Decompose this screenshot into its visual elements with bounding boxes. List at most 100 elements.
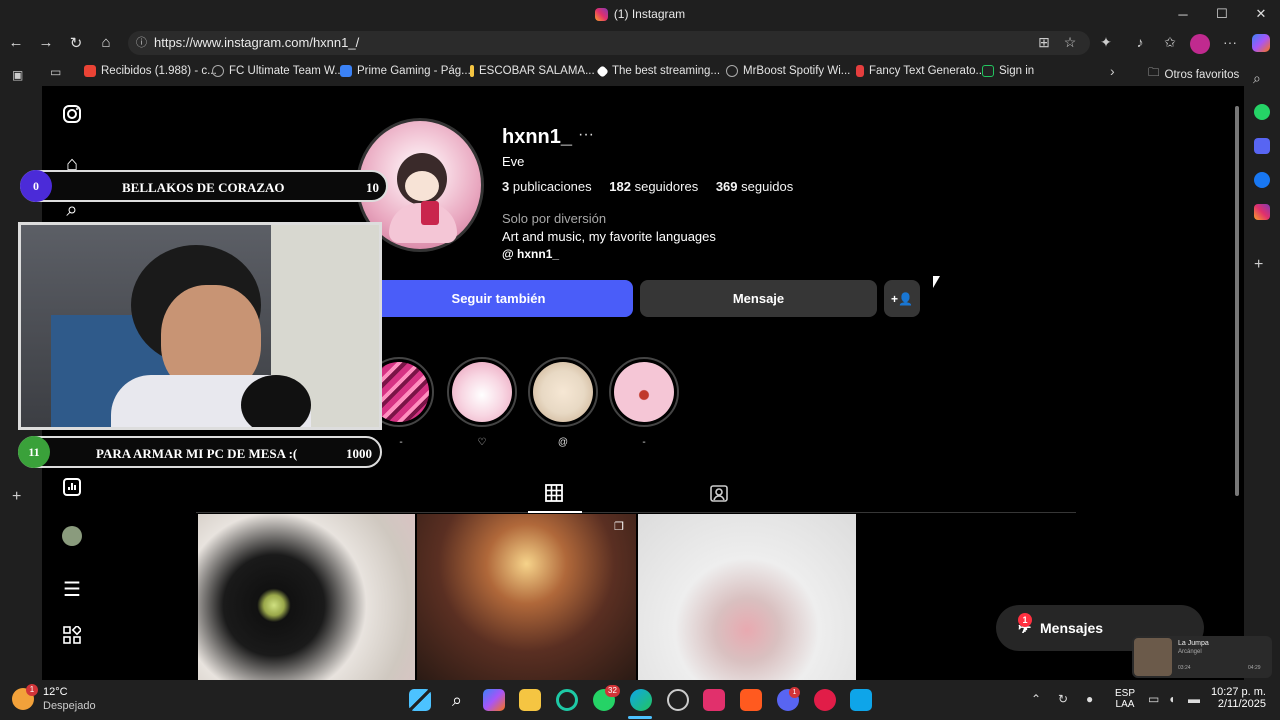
globe-icon bbox=[726, 65, 738, 77]
maximize-button[interactable]: ☐ bbox=[1203, 0, 1241, 28]
profile-avatar[interactable] bbox=[1190, 34, 1210, 54]
bookmark-gmail[interactable]: Recibidos (1.988) - c... bbox=[84, 65, 217, 77]
forward-button[interactable]: → bbox=[36, 34, 56, 51]
media-mini-player[interactable]: La Jumpa Arcángel 03:24 04:29 bbox=[1132, 636, 1272, 678]
discord-badge: 1 bbox=[789, 687, 800, 698]
start-button[interactable] bbox=[409, 689, 431, 711]
posts-count: 3 bbox=[502, 179, 510, 194]
home-button[interactable]: ⌂ bbox=[96, 34, 116, 51]
close-button[interactable]: ✕ bbox=[1242, 0, 1280, 28]
url-text: https://www.instagram.com/hxnn1_/ bbox=[154, 35, 360, 50]
bookmark-escobar[interactable]: ESCOBAR SALAMA... bbox=[470, 65, 595, 77]
scrollbar-thumb[interactable] bbox=[1235, 106, 1239, 496]
new-tab-icon[interactable]: + bbox=[12, 488, 21, 506]
post-thumbnail[interactable] bbox=[198, 514, 415, 680]
bookmark-fc[interactable]: FC Ultimate Team W... bbox=[212, 65, 344, 77]
sync-icon[interactable]: ↻ bbox=[1058, 692, 1068, 706]
tf-icon[interactable] bbox=[740, 689, 762, 711]
file-explorer-icon[interactable] bbox=[519, 689, 541, 711]
options-button[interactable]: ··· bbox=[578, 126, 594, 144]
media-player-icon[interactable] bbox=[814, 689, 836, 711]
highlight-label: ♡ bbox=[477, 437, 487, 448]
notepad-icon[interactable] bbox=[850, 689, 872, 711]
post-thumbnail[interactable] bbox=[638, 514, 856, 680]
app-icon[interactable] bbox=[556, 689, 578, 711]
following-count: 369 bbox=[715, 179, 738, 194]
goal-bar-1: 0 BELLAKOS DE CORAZAO 10 bbox=[20, 170, 388, 202]
highlight-4[interactable] bbox=[609, 357, 679, 427]
bookmark-fancy[interactable]: Fancy Text Generato... bbox=[856, 65, 985, 77]
favorites-icon[interactable]: ✩ bbox=[1160, 34, 1180, 51]
threads-link[interactable]: @ hxnn1_ bbox=[502, 247, 559, 261]
extensions-icon[interactable]: ✦ bbox=[1096, 34, 1116, 51]
minimize-button[interactable]: ─ bbox=[1164, 0, 1202, 28]
pencil-icon bbox=[470, 65, 474, 77]
posts-grid-tab[interactable] bbox=[545, 484, 563, 507]
discord-icon[interactable] bbox=[1254, 138, 1270, 154]
volume-icon[interactable]: ◖ bbox=[1168, 692, 1175, 706]
tabs-divider bbox=[196, 512, 1076, 513]
bookmark-label: FC Ultimate Team W... bbox=[229, 65, 344, 77]
follow-back-button[interactable]: Seguir también bbox=[364, 280, 633, 317]
bookmark-prime[interactable]: Prime Gaming - Pág... bbox=[340, 65, 471, 77]
battery-icon[interactable]: ▬ bbox=[1188, 692, 1200, 706]
microphone-icon[interactable]: ● bbox=[1086, 692, 1093, 706]
bookmark-label: Sign in bbox=[999, 65, 1035, 77]
weather-desc: Despejado bbox=[43, 700, 96, 712]
suggested-accounts-button[interactable]: +👤 bbox=[884, 280, 920, 317]
carousel-icon: ❐ bbox=[614, 521, 624, 533]
copilot-icon[interactable] bbox=[483, 689, 505, 711]
apps-icon[interactable] bbox=[60, 624, 84, 650]
back-button[interactable]: ← bbox=[6, 34, 26, 51]
highlight-2[interactable] bbox=[447, 357, 517, 427]
scrollbar[interactable] bbox=[1232, 96, 1242, 496]
whatsapp-icon[interactable] bbox=[1254, 104, 1270, 120]
collections-icon[interactable]: ▭ bbox=[50, 65, 61, 79]
bio-text: Art and music, my favorite languages bbox=[502, 229, 716, 244]
message-button[interactable]: Mensaje bbox=[640, 280, 877, 317]
crown-icon bbox=[340, 65, 352, 77]
bookmarks-more-button[interactable]: › bbox=[1110, 63, 1115, 79]
bookmark-streaming[interactable]: The best streaming... bbox=[596, 64, 720, 78]
webcam-mic bbox=[241, 375, 311, 427]
network-icon[interactable]: ▭ bbox=[1148, 692, 1159, 706]
read-aloud-icon[interactable]: ♪ bbox=[1130, 34, 1150, 50]
app-available-icon[interactable]: ⊞ bbox=[1034, 34, 1054, 51]
address-bar[interactable]: ⓘ https://www.instagram.com/hxnn1_/ bbox=[128, 31, 1090, 55]
clock[interactable]: 10:27 p. m. 2/11/2025 bbox=[1208, 686, 1266, 710]
dashboard-icon[interactable] bbox=[60, 478, 84, 502]
instagram-logo-icon[interactable] bbox=[60, 104, 84, 128]
edge-icon[interactable] bbox=[630, 689, 652, 711]
posts-stat[interactable]: 3 publicaciones bbox=[502, 179, 592, 194]
favorite-star-icon[interactable]: ☆ bbox=[1060, 34, 1080, 51]
highlight-3[interactable] bbox=[528, 357, 598, 427]
bookmark-mrboost[interactable]: MrBoost Spotify Wi... bbox=[726, 65, 850, 77]
tab-actions-icon[interactable]: ▣ bbox=[12, 68, 23, 82]
following-stat[interactable]: 369 seguidos bbox=[716, 179, 793, 194]
settings-more-icon[interactable]: ··· bbox=[1220, 34, 1240, 50]
profile-avatar[interactable] bbox=[62, 526, 82, 546]
steam-icon[interactable] bbox=[667, 689, 689, 711]
instagram-icon[interactable] bbox=[1254, 204, 1270, 220]
followers-stat[interactable]: 182 seguidores bbox=[609, 179, 698, 194]
reload-button[interactable]: ↻ bbox=[66, 34, 86, 52]
search-icon[interactable]: ⌕ bbox=[1253, 70, 1261, 87]
media-total: 04:29 bbox=[1248, 665, 1261, 671]
site-info-icon[interactable]: ⓘ bbox=[136, 31, 147, 55]
tray-overflow-icon[interactable]: ⌃ bbox=[1031, 692, 1041, 706]
facebook-icon[interactable] bbox=[1254, 172, 1270, 188]
copilot-icon[interactable] bbox=[1252, 34, 1270, 52]
profile-stats: 3 publicaciones 182 seguidores 369 segui… bbox=[502, 179, 793, 194]
post-thumbnail[interactable] bbox=[417, 514, 636, 680]
tiktok-icon[interactable] bbox=[703, 689, 725, 711]
tagged-tab[interactable] bbox=[710, 484, 728, 507]
other-favorites[interactable]: 🗀 Otros favoritos bbox=[1148, 65, 1239, 84]
threads-icon: @ bbox=[502, 247, 514, 261]
bookmark-label: Prime Gaming - Pág... bbox=[357, 65, 471, 77]
search-icon[interactable]: ⌕ bbox=[446, 689, 468, 711]
keyboard-layout: LAA bbox=[1115, 699, 1135, 710]
add-sidebar-app-icon[interactable]: + bbox=[1254, 256, 1263, 274]
bookmark-signin[interactable]: Sign in bbox=[982, 65, 1034, 77]
menu-icon[interactable]: ☰ bbox=[60, 578, 84, 602]
input-language[interactable]: ESP LAA bbox=[1115, 688, 1135, 710]
